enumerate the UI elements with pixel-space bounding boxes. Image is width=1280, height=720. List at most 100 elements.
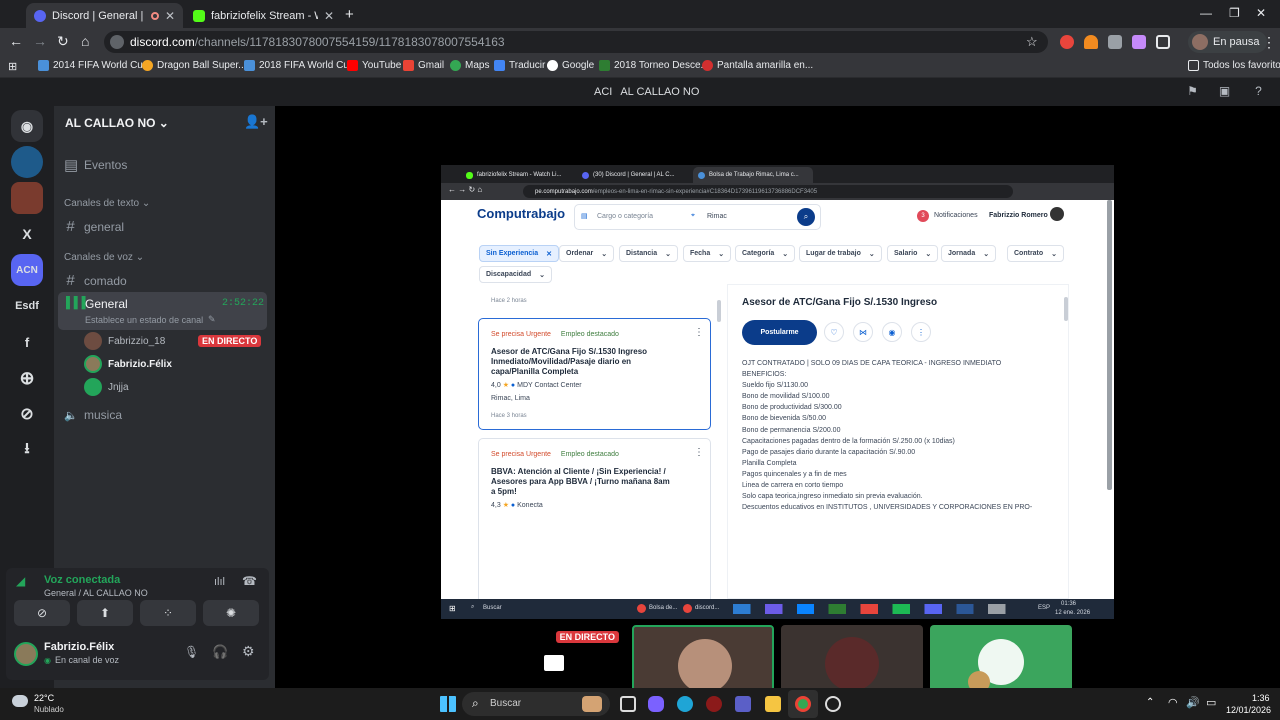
tab-discord[interactable]: Discord | General | AL CALLAO NO ✕ [26,3,183,28]
text-category[interactable]: Canales de texto ⌄ [64,198,150,209]
camera-off-button[interactable]: ⊘ [14,600,70,626]
bookmark-item[interactable]: 2018 Torneo Desce... [599,60,709,71]
inbox-icon[interactable]: ▣ [1218,85,1231,98]
description-line: BENEFICIOS: [742,371,787,379]
teams-icon[interactable] [735,696,751,712]
job-tags: Se precisa Urgente Empleo destacado [491,331,619,338]
restore-icon[interactable]: ❐ [1229,6,1240,20]
server-icon[interactable] [11,182,43,214]
new-tab-button[interactable]: + [345,6,354,23]
task-view-icon[interactable] [620,696,636,712]
disconnect-icon[interactable]: ☎ [242,574,257,588]
wifi-icon[interactable]: ◠ [1168,696,1178,709]
close-tab-icon[interactable]: ✕ [165,9,175,23]
server-esdf[interactable]: Esdf [11,290,43,322]
voice-category[interactable]: Canales de voz ⌄ [64,252,144,263]
weather-icon[interactable] [12,695,28,707]
bookmark-item[interactable]: Traducir [494,60,545,71]
bookmark-item[interactable]: 2018 FIFA World Cu... [244,60,357,71]
tray-chevron-icon[interactable]: ⌃ [1146,697,1154,708]
help-icon[interactable]: ? [1252,85,1265,98]
forward-arrow-icon[interactable]: → [33,33,47,49]
server-f[interactable]: f [11,326,43,358]
download-icon[interactable]: ⭳ [11,434,43,466]
bookmark-item[interactable]: Pantalla amarilla en... [702,60,813,71]
active-voice-channel[interactable]: ▌▌▌ General 2:52:22 Establece un estado … [58,292,267,330]
soundboard-wave-icon[interactable]: ılıl [214,576,225,588]
bookmark-item[interactable]: Gmail [403,60,444,71]
app-icon[interactable] [706,696,722,712]
screen-share-button[interactable]: ⬆ [77,600,133,626]
description-line: Sueldo fijo S/1130.00 [742,382,809,390]
voice-user-jnjja[interactable]: Jnjja [84,378,129,396]
windows-start-icon: ⊞ [449,604,456,613]
bookmark-item[interactable]: Google [547,60,594,71]
discord-home-icon[interactable]: ◉ [11,110,43,142]
taskbar-search[interactable]: ⌕ Buscar [462,692,610,716]
flag-icon[interactable]: ⚑ [1186,85,1199,98]
microphone-icon[interactable]: 🎙 [184,645,199,659]
site-info-icon[interactable] [110,35,124,49]
bookmark-item[interactable]: Dragon Ball Super... [142,60,247,71]
add-server-icon[interactable]: ⊕ [11,362,43,394]
battery-icon[interactable]: ▭ [1206,696,1216,709]
stream-video[interactable]: fabriziofelix Stream - Watch Li... (30) … [441,165,1114,619]
activities-button[interactable]: ⁘ [140,600,196,626]
bookmark-star-icon[interactable]: ☆ [1026,34,1038,50]
server-acn[interactable]: ACN [11,254,43,286]
apps-grid-icon[interactable]: ⊞ [8,60,17,73]
windows-start-icon[interactable] [440,696,456,712]
events-item[interactable]: ▤ Eventos [64,156,127,174]
channel-status-prompt[interactable]: Establece un estado de canal [85,315,203,325]
clock-time[interactable]: 1:36 [1252,693,1270,703]
extension-puzzle-icon[interactable] [1108,35,1122,49]
channel-general-text[interactable]: # general [64,218,124,235]
bookmark-item[interactable]: YouTube [347,60,401,71]
voice-user-fabrizio-felix[interactable]: Fabrizio.Félix [84,355,172,373]
copilot-icon[interactable] [648,696,664,712]
clock-date[interactable]: 12/01/2026 [1226,705,1271,715]
profile-button[interactable]: En pausa [1188,31,1268,53]
extension-wifi-icon[interactable] [1084,35,1098,49]
settings-gear-icon[interactable]: ⚙ [242,643,255,660]
briefcase-icon: ▤ [581,213,588,220]
home-icon[interactable]: ⌂ [81,33,89,49]
reload-icon[interactable]: ↻ [57,33,69,50]
edge-icon[interactable] [677,696,693,712]
profile-status: En pausa [1213,36,1260,48]
server-name: AL CALLAO NO ⌄ [65,116,169,130]
channel-comado[interactable]: # comado [64,272,126,289]
server-header[interactable]: AL CALLAO NO ⌄ 👤+ [54,106,275,138]
bookmark-item[interactable]: Maps [450,60,489,71]
all-favorites-button[interactable]: Todos los favoritos [1188,60,1280,71]
avatar[interactable] [14,642,38,666]
computrabajo-page: Computrabajo ▤ Cargo o categoría ⌖ Rimac… [441,200,1114,608]
server-icon[interactable] [11,146,43,178]
voice-user-fabrizzio18[interactable]: Fabrizzio_18 [84,332,165,350]
headphones-icon[interactable]: 🎧 [212,644,228,660]
minimize-icon[interactable]: — [1200,6,1212,20]
bookmark-item[interactable]: 2014 FIFA World Cu... [38,60,151,71]
extensions-icon[interactable] [1156,35,1170,49]
job-company-row: 4,3 ★ ● Konecta [491,501,543,509]
bookmark-label: Traducir [509,60,546,71]
tab-kick-stream[interactable]: fabriziofelix Stream - Watch Live ✕ [185,3,342,28]
back-arrow-icon[interactable]: ← [9,33,23,49]
close-tab-icon[interactable]: ✕ [324,9,334,23]
extension-flask-icon[interactable] [1132,35,1146,49]
channel-musica[interactable]: 🔈 musica [64,408,122,422]
soundboard-button[interactable]: ✺ [203,600,259,626]
voice-location[interactable]: General / AL CALLAO NO [44,588,148,598]
close-window-icon[interactable]: ✕ [1256,6,1266,20]
invite-people-icon[interactable]: 👤+ [244,114,268,130]
discord-taskbar-icon[interactable] [825,696,841,712]
volume-icon[interactable]: 🔊 [1186,696,1200,709]
chrome-menu-icon[interactable]: ⋮ [1262,34,1276,51]
chrome-icon[interactable] [795,696,811,712]
extension-flame-icon[interactable] [1060,35,1074,49]
explore-icon[interactable]: ⊘ [11,398,43,430]
address-bar[interactable]: discord.com /channels/117818307800755415… [104,31,1048,53]
server-x[interactable]: X [11,218,43,250]
pencil-icon[interactable]: ✎ [208,314,216,325]
file-explorer-icon[interactable] [765,696,781,712]
